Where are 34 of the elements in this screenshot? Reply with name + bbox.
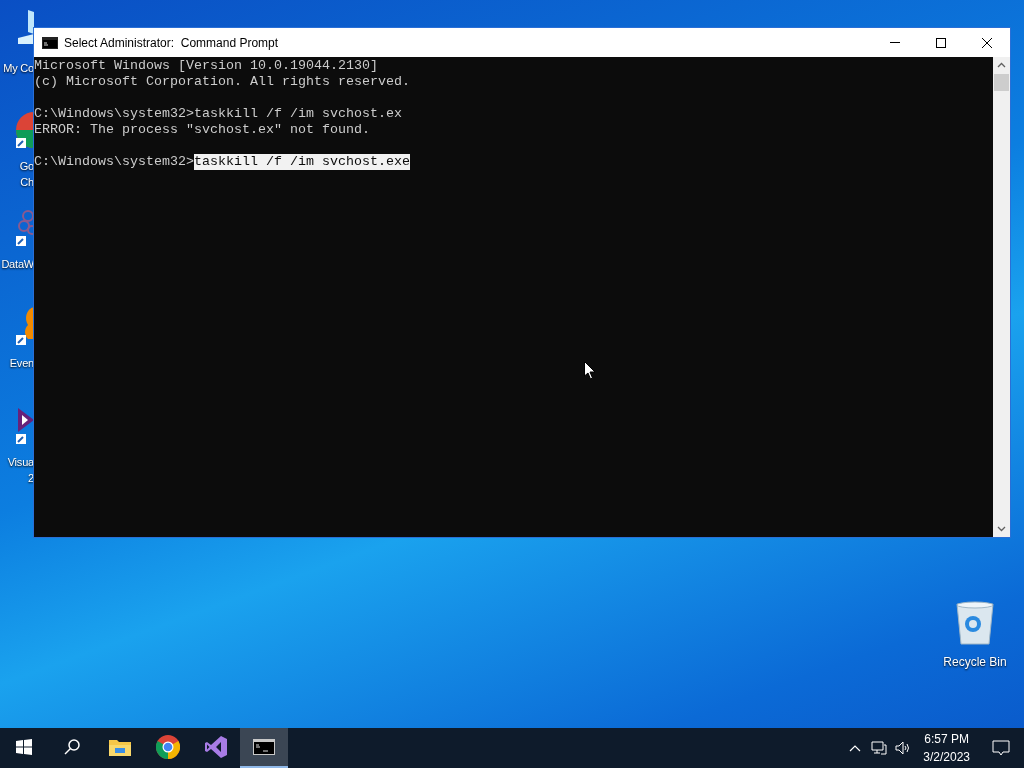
speaker-icon[interactable]: [895, 741, 912, 755]
clock-date: 3/2/2023: [923, 749, 970, 766]
icon-label: Recycle Bin: [943, 654, 1007, 670]
icon-label: Even: [9, 356, 34, 371]
icon-label: Ch: [20, 175, 34, 190]
infinity-icon: [204, 735, 228, 759]
icon-label: DataW: [1, 257, 34, 272]
clock-time: 6:57 PM: [924, 731, 969, 748]
chevron-up-icon[interactable]: [849, 744, 862, 752]
console-icon: [42, 36, 58, 49]
maximize-icon: [936, 37, 946, 48]
window-title: Select Administrator: Command Prompt: [64, 34, 279, 52]
network-icon[interactable]: [871, 741, 888, 755]
console-line: (c) Microsoft Corporation. All rights reserved.: [34, 74, 410, 90]
close-icon: [982, 37, 992, 48]
scrollbar[interactable]: [993, 57, 1010, 537]
console-icon: [253, 739, 275, 755]
notification-icon[interactable]: [992, 740, 1010, 756]
console-line: C:\Windows\system32>: [34, 154, 194, 169]
windows-logo-icon: [16, 739, 32, 755]
taskbar-button[interactable]: [240, 728, 288, 768]
mouse-cursor-icon: [584, 361, 596, 380]
chrome-icon: [156, 735, 180, 759]
icon-label: Visua: [7, 455, 34, 470]
icon-label: 2: [28, 471, 34, 486]
search-icon: [64, 739, 80, 755]
clock[interactable]: 6:57 PM 3/2/2023: [923, 730, 970, 766]
folder-icon: [109, 738, 131, 756]
console-line: ERROR: The process "svchost.ex" not found.: [34, 122, 370, 138]
recycle-bin-icon[interactable]: [955, 600, 995, 646]
console-line: C:\Windows\system32>taskkill /f /im svchost.ex: [34, 106, 402, 122]
scrollbar-thumb[interactable]: [994, 74, 1009, 91]
console-line: Microsoft Windows [Version 10.0.19044.2130]: [34, 58, 378, 74]
minimize-icon: [890, 42, 900, 43]
